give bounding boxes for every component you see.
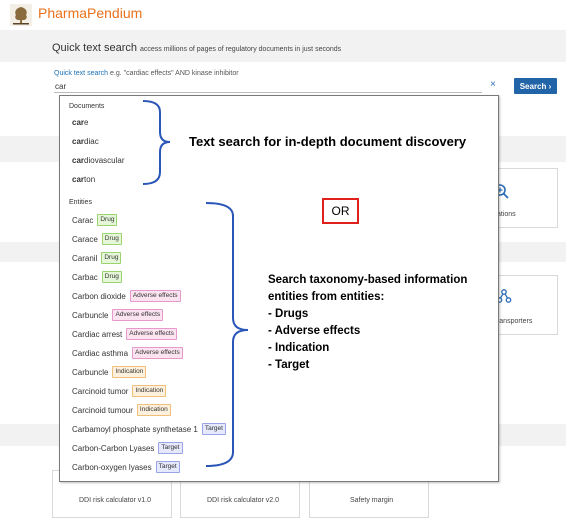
documents-brace bbox=[142, 100, 171, 185]
annotation-brackets bbox=[142, 100, 249, 467]
taxonomy-annotation: Search taxonomy-based information entiti… bbox=[268, 272, 467, 374]
taxonomy-line: - Target bbox=[268, 359, 310, 371]
text-search-annotation: Text search for in-depth document discov… bbox=[189, 134, 467, 149]
taxonomy-line: entities from entities: bbox=[268, 291, 385, 303]
entities-brace bbox=[205, 202, 249, 467]
taxonomy-line: - Adverse effects bbox=[268, 325, 361, 337]
or-annotation: OR bbox=[322, 198, 359, 224]
taxonomy-line: - Indication bbox=[268, 342, 330, 354]
taxonomy-line: - Drugs bbox=[268, 308, 309, 320]
taxonomy-line: Search taxonomy-based information bbox=[268, 274, 468, 286]
